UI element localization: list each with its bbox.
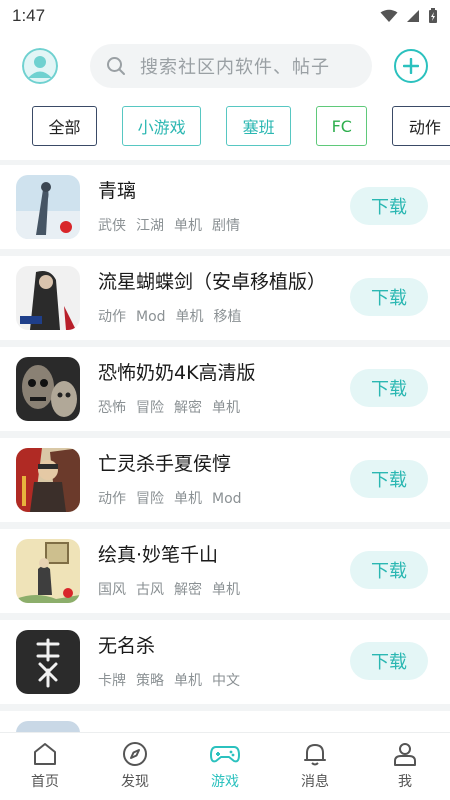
compass-icon [123,742,147,766]
game-tag: 动作 [98,309,126,325]
game-tag: 冒险 [136,491,164,507]
game-tag: 古风 [136,582,164,598]
game-thumbnail [16,448,80,512]
download-button[interactable]: 下载 [350,551,428,589]
game-thumbnail [16,357,80,421]
status-time: 1:47 [12,6,46,25]
tab-games[interactable]: 游戏 [180,733,270,800]
game-thumbnail [16,630,80,694]
game-card[interactable]: 无名杀 卡牌 策略 单机 中文 下载 [0,620,450,704]
game-tag: 剧情 [212,218,240,234]
download-button[interactable]: 下载 [350,642,428,680]
game-tag: 恐怖 [98,400,126,416]
game-tag: Mod [136,309,166,325]
game-card[interactable]: 恐怖奶奶4K高清版 恐怖 冒险 解密 单机 下载 [0,347,450,431]
download-button[interactable]: 下载 [350,460,428,498]
game-card-partial[interactable] [0,711,450,732]
tab-label: 游戏 [211,774,239,790]
game-tag: 单机 [174,491,202,507]
chip-action[interactable]: 动作 [392,106,450,146]
tab-messages[interactable]: 消息 [270,733,360,800]
game-thumbnail [16,175,80,239]
search-icon [107,57,125,75]
game-tag: 单机 [174,218,202,234]
game-thumbnail [16,721,80,732]
user-icon [394,743,416,766]
wifi-icon [380,9,398,22]
app-screen: 1:47 搜索社区内软件、帖子 全部 小游戏 塞班 FC 动作 青璃 武侠 江湖… [0,0,450,800]
game-tag: 单机 [212,400,240,416]
game-tag: 卡牌 [98,673,126,689]
game-tag: 单机 [174,673,202,689]
game-tag: 动作 [98,491,126,507]
status-icons [380,8,438,24]
game-tag: 解密 [174,582,202,598]
game-tag: 单机 [212,582,240,598]
tab-label: 首页 [31,774,59,790]
game-tag: 单机 [175,309,204,325]
game-tag: 江湖 [136,218,164,234]
download-button[interactable]: 下载 [350,278,428,316]
game-tag: 武侠 [98,218,126,234]
tab-label: 我 [398,774,412,790]
game-card[interactable]: 流星蝴蝶剑（安卓移植版） 动作 Mod 单机 移植 下载 [0,256,450,340]
chip-all[interactable]: 全部 [32,106,97,146]
gamepad-icon [210,746,240,763]
game-list: 青璃 武侠 江湖 单机 剧情 下载 流星蝴蝶剑（安卓移植版） 动作 Mod 单机… [0,160,450,732]
download-button[interactable]: 下载 [350,187,428,225]
battery-icon [429,8,437,23]
home-icon [34,743,56,765]
user-avatar-icon [22,48,58,84]
plus-icon [403,58,419,74]
game-tag: 解密 [174,400,202,416]
chip-symbian[interactable]: 塞班 [226,106,292,146]
game-tag: Mod [212,491,242,507]
tab-label: 发现 [121,774,149,790]
bottom-nav: 首页 发现 游戏 消息 我 [0,732,450,800]
add-button[interactable] [394,49,428,83]
chip-fc[interactable]: FC [316,106,368,146]
avatar[interactable] [22,48,58,84]
top-header: 搜索社区内软件、帖子 [0,38,450,94]
game-card[interactable]: 亡灵杀手夏侯惇 动作 冒险 单机 Mod 下载 [0,438,450,522]
game-tag: 策略 [136,673,164,689]
search-placeholder: 搜索社区内软件、帖子 [140,57,330,78]
game-tag: 国风 [98,582,126,598]
game-tag: 移植 [213,309,242,325]
tab-me[interactable]: 我 [360,733,450,800]
status-bar: 1:47 [0,0,450,32]
signal-icon [407,10,419,22]
game-card[interactable]: 青璃 武侠 江湖 单机 剧情 下载 [0,165,450,249]
tab-home[interactable]: 首页 [0,733,90,800]
category-chips: 全部 小游戏 塞班 FC 动作 [32,106,450,148]
download-button[interactable]: 下载 [350,369,428,407]
search-bar[interactable]: 搜索社区内软件、帖子 [90,44,372,88]
game-thumbnail [16,539,80,603]
tab-discover[interactable]: 发现 [90,733,180,800]
game-thumbnail [16,266,80,330]
tab-label: 消息 [301,774,329,790]
game-tag: 冒险 [136,400,164,416]
game-card[interactable]: 绘真·妙笔千山 国风 古风 解密 单机 下载 [0,529,450,613]
game-tag: 中文 [212,673,240,689]
bell-icon [304,744,326,766]
chip-mini-games[interactable]: 小游戏 [122,106,202,146]
